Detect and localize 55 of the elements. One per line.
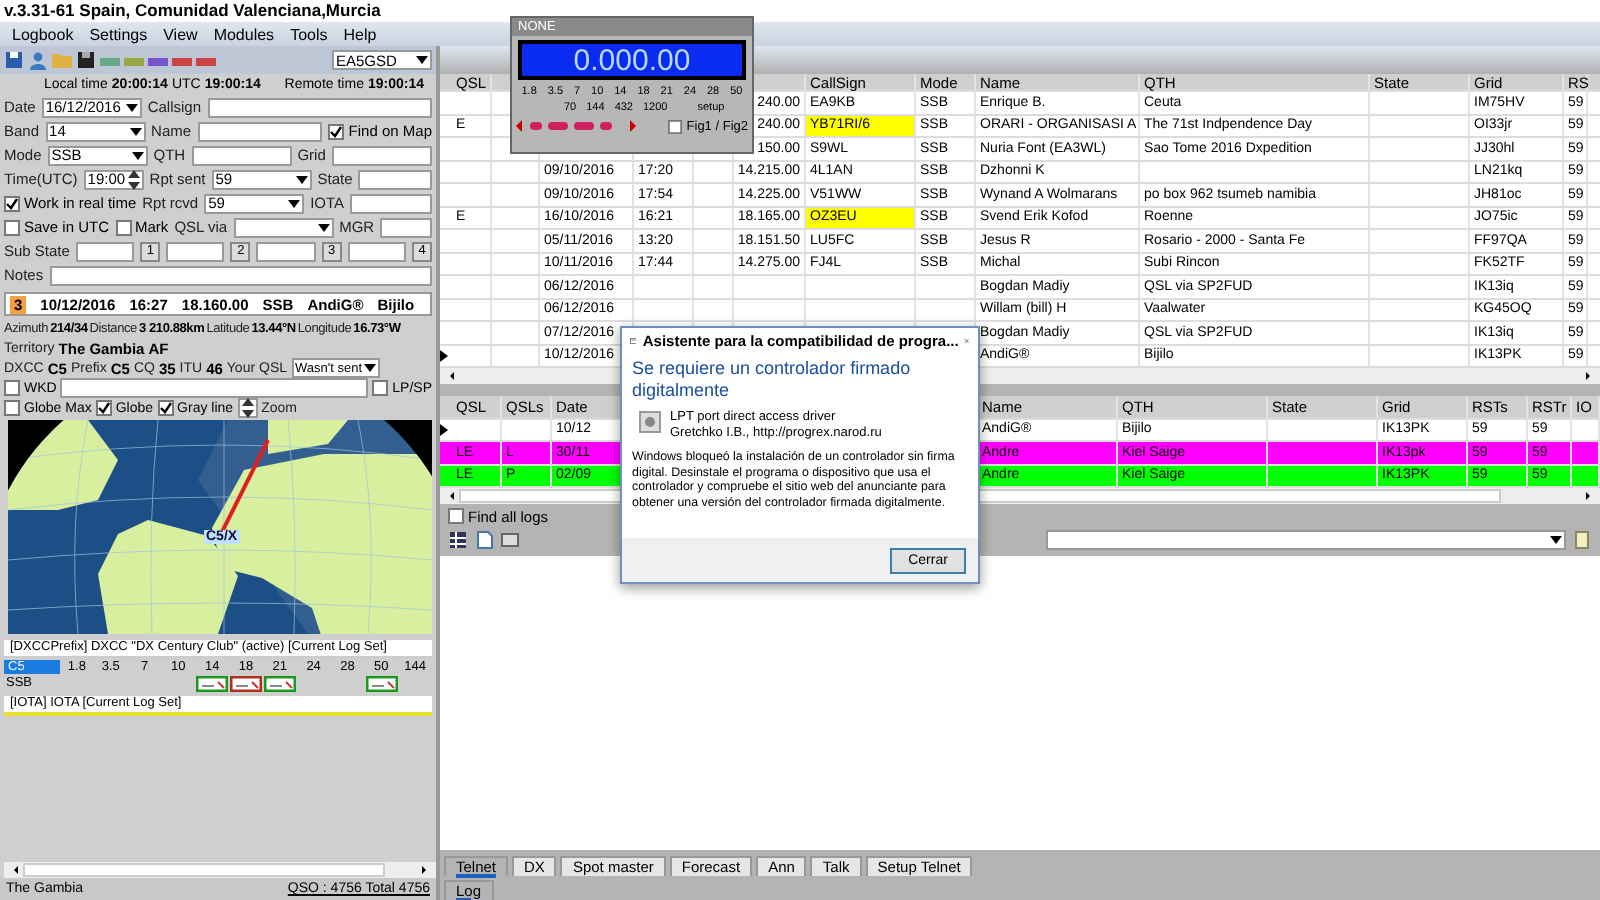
checkbox-icon xyxy=(372,380,389,396)
horizontal-scrollbar[interactable] xyxy=(4,862,436,878)
input-field[interactable] xyxy=(191,145,292,165)
input-field[interactable] xyxy=(207,97,432,117)
input-field[interactable] xyxy=(331,145,432,165)
input-field[interactable] xyxy=(380,217,432,237)
checkbox-icon xyxy=(328,123,345,139)
up-down-arrows-icon xyxy=(127,169,140,189)
caret-icon xyxy=(1550,536,1562,544)
input-field[interactable] xyxy=(350,193,432,213)
checkbox-icon xyxy=(115,219,132,235)
caret-icon xyxy=(129,127,142,135)
checkbox-icon xyxy=(4,400,20,416)
spin-field[interactable] xyxy=(237,398,258,418)
checkbox-icon xyxy=(4,219,20,235)
input-field[interactable] xyxy=(75,241,135,261)
checkbox-icon xyxy=(4,380,20,396)
input-field[interactable] xyxy=(197,121,323,141)
window-title: v.3.31-61 Spain, Comunidad Valenciana,Murcia xyxy=(0,0,1600,22)
dropdown[interactable] xyxy=(233,217,334,237)
menu-item[interactable]: Logbook xyxy=(12,25,74,43)
caret-icon xyxy=(295,175,308,183)
checkbox-icon xyxy=(668,119,683,133)
caret-icon xyxy=(317,223,330,231)
checkbox-icon xyxy=(95,400,112,416)
input-field[interactable] xyxy=(60,378,369,398)
menu-item[interactable]: Help xyxy=(343,25,377,43)
caret-icon xyxy=(131,151,144,159)
input-field[interactable] xyxy=(166,241,225,261)
menu-item[interactable]: Settings xyxy=(89,25,148,43)
user-icon[interactable] xyxy=(28,50,48,70)
checkbox-icon xyxy=(4,195,20,211)
checkbox-icon xyxy=(157,400,174,416)
menu-item[interactable]: View xyxy=(163,25,198,43)
driver-icon xyxy=(638,410,662,434)
save-icon[interactable] xyxy=(4,50,24,70)
up-down-arrows-icon xyxy=(241,398,254,418)
grid-icon[interactable] xyxy=(448,530,468,550)
window-icon xyxy=(630,333,637,347)
menu-item[interactable]: Modules xyxy=(213,25,275,43)
caret-icon xyxy=(288,199,301,207)
tuning-buttons-drawing[interactable] xyxy=(516,120,636,132)
document-icon[interactable] xyxy=(474,530,494,550)
table-icon[interactable] xyxy=(500,530,520,550)
input-field[interactable] xyxy=(347,241,407,261)
notepad-icon[interactable] xyxy=(1572,530,1592,550)
caret-icon xyxy=(125,103,138,111)
checkbox-icon xyxy=(448,508,464,524)
caret-icon xyxy=(363,364,376,372)
menu-item[interactable]: Tools xyxy=(290,25,328,43)
input-field[interactable] xyxy=(256,241,316,261)
frequency-display: 0.000.00 xyxy=(518,40,746,80)
input-field[interactable] xyxy=(49,265,432,285)
caret-icon xyxy=(416,56,428,64)
input-field[interactable] xyxy=(358,169,432,189)
